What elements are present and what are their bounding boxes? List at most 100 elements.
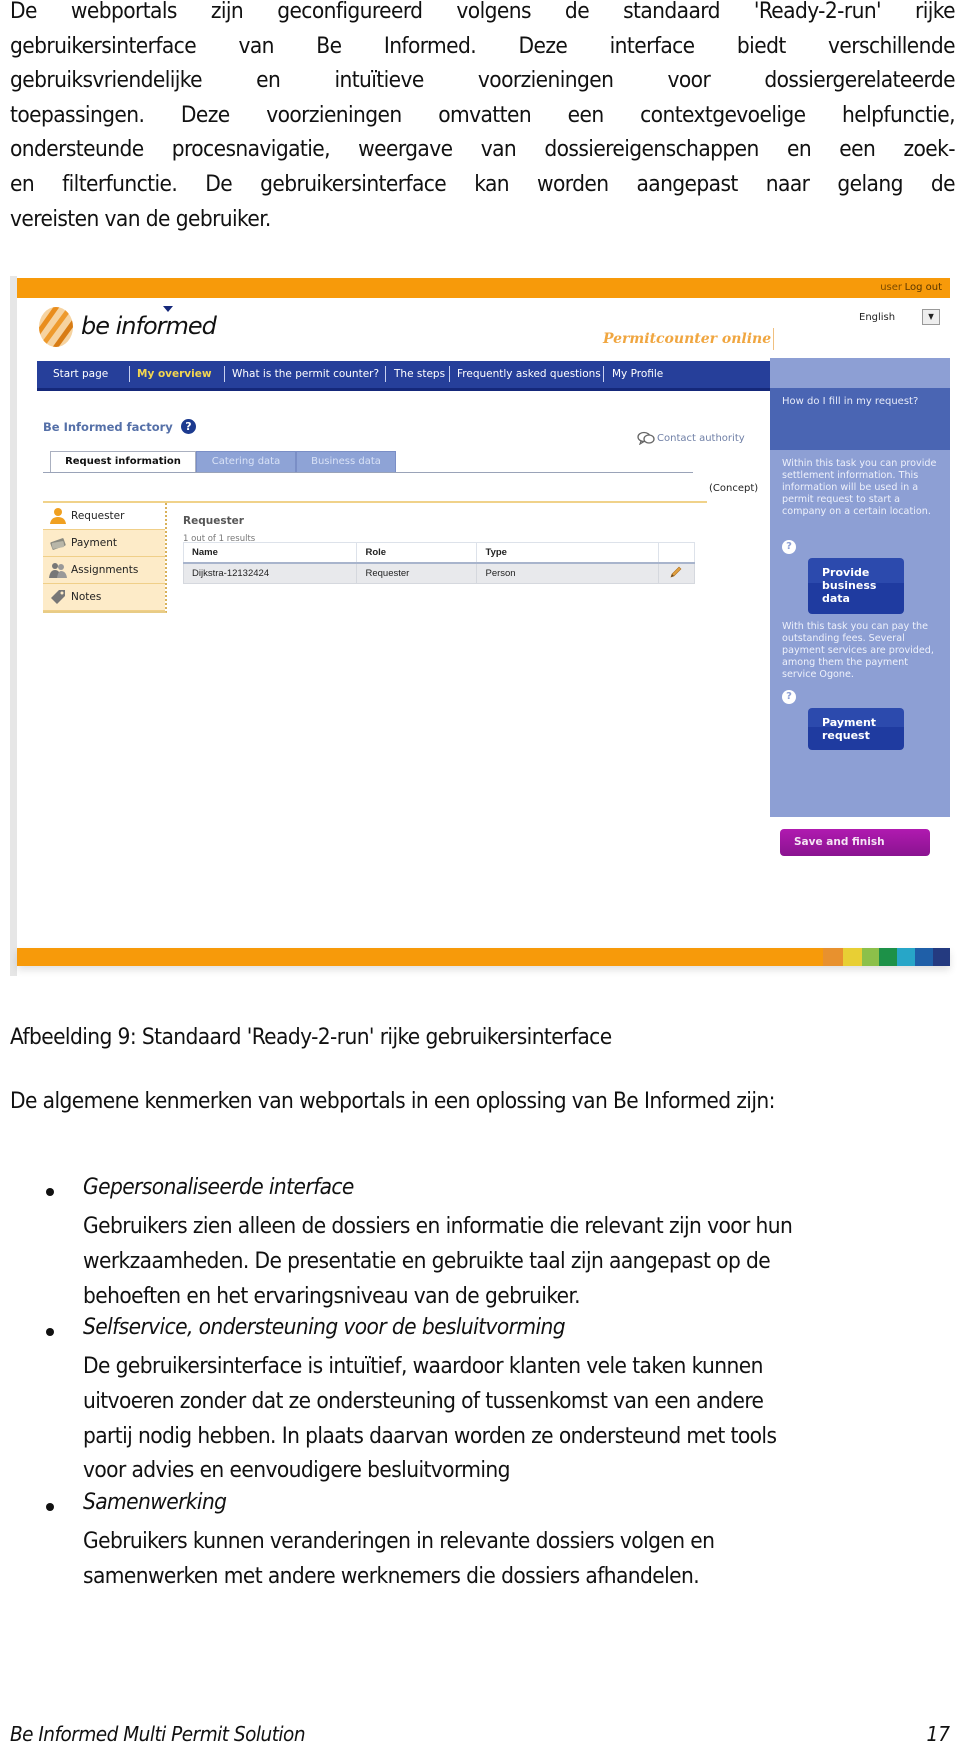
intro-line: vereisten van de gebruiker.	[10, 205, 271, 232]
contact-authority-label: Contact authority	[657, 433, 745, 444]
cell-role: Requester	[356, 562, 478, 584]
nav-separator	[129, 366, 130, 382]
nav-item-permit-counter[interactable]: What is the permit counter?	[232, 368, 379, 380]
column-header-name[interactable]: Name	[182, 542, 358, 564]
side-item-assignments[interactable]: Assignments	[43, 557, 165, 584]
tab-underline	[43, 472, 693, 473]
feature-body: Gebruikers kunnen veranderingen in relev…	[83, 1524, 715, 1594]
footer-color-segment	[897, 948, 915, 966]
title-divider	[773, 328, 774, 350]
table-row[interactable]: Dijkstra-12132424 Requester Person	[182, 562, 696, 584]
top-bar: user Log out	[17, 278, 950, 298]
provide-business-data-button[interactable]: Provide business data	[808, 558, 904, 614]
nav-item-start-page[interactable]: Start page	[53, 368, 108, 380]
ui-screenshot-figure: user Log out be informed English ▼ Permi…	[10, 276, 950, 976]
bullet-icon	[46, 1503, 54, 1511]
portal-title: Permitcounter online	[603, 331, 772, 347]
feature-line: behoeften en het ervaringsniveau van de …	[83, 1282, 581, 1309]
feature-title: Samenwerking	[83, 1489, 227, 1515]
figure-left-shade	[10, 276, 17, 976]
contact-authority-link[interactable]: Contact authority	[637, 431, 745, 445]
feature-body: Gebruikers zien alleen de dossiers en in…	[83, 1209, 793, 1313]
feature-body: De gebruikersinterface is intuïtief, waa…	[83, 1349, 777, 1488]
nav-item-the-steps[interactable]: The steps	[394, 368, 445, 380]
table-header-row: Name Role Type	[182, 542, 696, 564]
feature-line: De gebruikersinterface is intuïtief, waa…	[83, 1353, 763, 1379]
save-and-finish-button[interactable]: Save and finish	[780, 829, 930, 856]
nav-separator	[603, 366, 604, 382]
case-title: Be Informed factory	[43, 420, 173, 434]
edit-pencil-icon[interactable]	[669, 565, 683, 579]
column-header-type[interactable]: Type	[476, 542, 659, 564]
side-item-label: Notes	[71, 591, 102, 603]
footer-color-segment	[915, 948, 933, 966]
status-badge: (Concept)	[709, 483, 759, 494]
cell-type: Person	[476, 562, 659, 584]
tab-request-information[interactable]: Request information	[50, 451, 196, 472]
page-number: 17	[926, 1722, 950, 1746]
tab-catering-data[interactable]: Catering data	[196, 451, 296, 473]
footer-color-segment	[879, 948, 897, 966]
help-text-business: Within this task you can provide settlem…	[782, 458, 937, 517]
figure-caption: Afbeelding 9: Standaard 'Ready-2-run' ri…	[10, 1024, 612, 1050]
color-footer-bar	[17, 948, 950, 966]
side-item-label: Payment	[71, 537, 117, 549]
logout-link[interactable]: Log out	[905, 282, 942, 293]
section-title: Requester	[183, 515, 244, 527]
nav-separator	[224, 366, 225, 382]
intro-line: De webportals zijn geconfigureerd volgen…	[10, 0, 956, 24]
feature-title: Selfservice, ondersteuning voor de beslu…	[83, 1314, 566, 1340]
nav-item-my-overview[interactable]: My overview	[137, 368, 212, 380]
money-icon	[50, 538, 66, 550]
payment-request-button[interactable]: Payment request	[808, 708, 904, 750]
page-footer-title: Be Informed Multi Permit Solution	[10, 1722, 306, 1746]
active-nav-indicator-icon	[163, 306, 173, 312]
feature-line: uitvoeren zonder dat ze ondersteuning of…	[83, 1387, 764, 1414]
feature-line: Gebruikers kunnen veranderingen in relev…	[83, 1528, 715, 1554]
side-item-payment[interactable]: Payment	[43, 530, 165, 557]
cell-name: Dijkstra-12132424	[182, 562, 358, 584]
intro-line: gebruiksvriendelijke en intuïtieve voorz…	[10, 67, 956, 94]
column-header-actions	[657, 542, 696, 564]
side-item-label: Requester	[71, 510, 125, 522]
intro-line: en filterfunctie. De gebruikersinterface…	[10, 170, 956, 197]
bullet-icon	[46, 1188, 54, 1196]
feature-line: werkzaamheden. De presentatie en gebruik…	[83, 1247, 771, 1274]
people-icon	[49, 563, 67, 578]
footer-color-segment	[17, 948, 823, 966]
nav-separator	[449, 366, 450, 382]
logo-text: be informed	[81, 312, 217, 340]
permit-portal: user Log out be informed English ▼ Permi…	[17, 276, 950, 976]
help-text-payment: With this task you can pay the outstandi…	[782, 621, 934, 680]
tab-business-data[interactable]: Business data	[296, 451, 396, 473]
help-icon[interactable]: ?	[181, 419, 196, 434]
footer-color-segment	[823, 948, 843, 966]
feature-title: Gepersonaliseerde interface	[83, 1174, 354, 1200]
footer-color-segment	[933, 948, 950, 966]
intro-paragraph: De webportals zijn geconfigureerd volgen…	[10, 0, 956, 236]
feature-line: Gebruikers zien alleen de dossiers en in…	[83, 1213, 793, 1239]
help-question-icon[interactable]: ?	[782, 540, 796, 554]
side-item-requester[interactable]: Requester	[43, 503, 165, 530]
features-intro: De algemene kenmerken van webportals in …	[10, 1088, 775, 1114]
user-link[interactable]: user	[880, 282, 902, 293]
footer-color-segment	[862, 948, 879, 966]
tag-icon	[51, 590, 65, 604]
side-item-notes[interactable]: Notes	[43, 584, 165, 611]
language-dropdown-chevron-icon[interactable]: ▼	[922, 309, 940, 325]
feature-line: samenwerken met andere werknemers die do…	[83, 1562, 700, 1589]
language-select-value[interactable]: English	[859, 312, 895, 323]
nav-item-my-profile[interactable]: My Profile	[612, 368, 663, 380]
logo-mark-icon	[39, 307, 73, 347]
person-icon	[50, 508, 66, 524]
feature-line: partij nodig hebben. In plaats daarvan w…	[83, 1422, 777, 1449]
nav-separator	[385, 366, 386, 382]
case-side-menu: Requester Payment Assignments Notes	[43, 503, 167, 613]
intro-line: toepassingen. Deze voorzieningen omvatte…	[10, 101, 956, 128]
help-panel-header: How do I fill in my request?	[770, 388, 950, 450]
feature-line: voor advies en eenvoudigere besluitvormi…	[83, 1457, 511, 1484]
nav-item-faq[interactable]: Frequently asked questions	[457, 368, 601, 380]
help-question-icon[interactable]: ?	[782, 690, 796, 704]
column-header-role[interactable]: Role	[356, 542, 478, 564]
requester-table: Name Role Type Dijkstra-12132424 Request…	[182, 542, 696, 584]
